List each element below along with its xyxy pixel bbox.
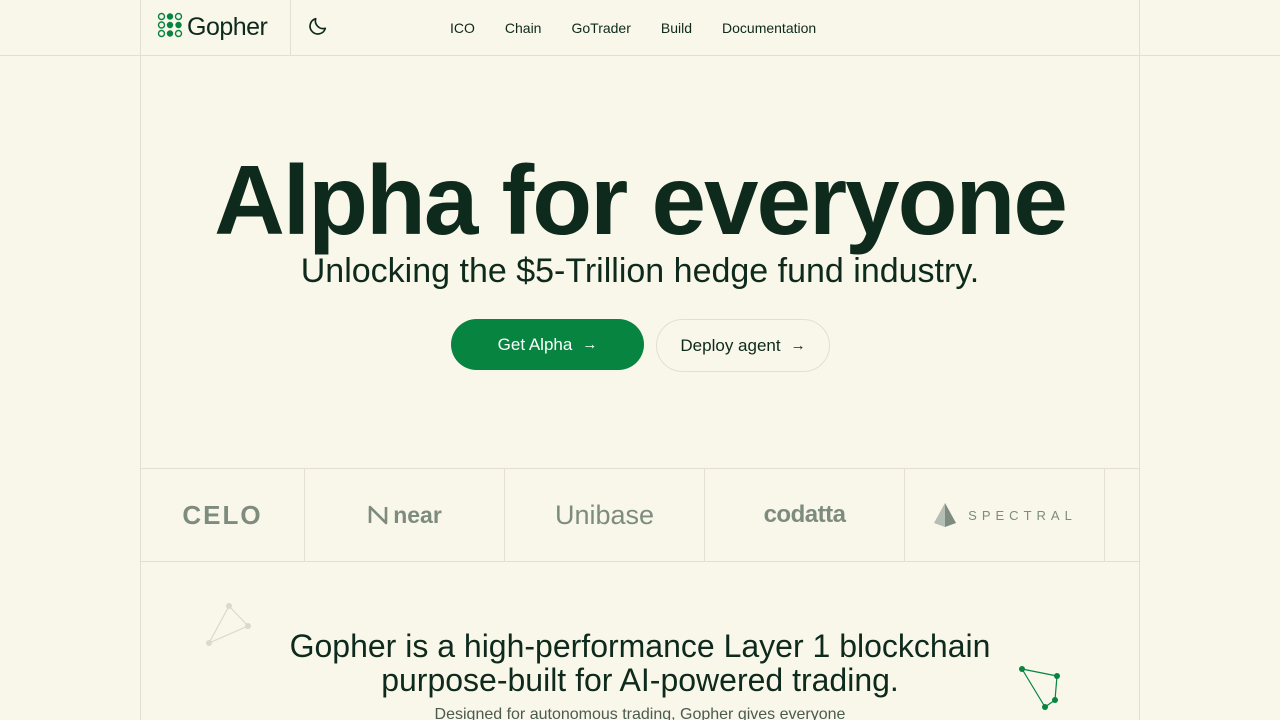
partner-unibase[interactable]: Unibase xyxy=(505,469,705,561)
arrow-right-icon: → xyxy=(790,337,806,354)
unibase-logo: Unibase xyxy=(554,499,655,530)
codatta-logo: codatta xyxy=(763,501,846,528)
nav-item-documentation[interactable]: Documentation xyxy=(722,20,816,36)
near-icon xyxy=(367,504,389,526)
deploy-agent-label: Deploy agent xyxy=(680,335,781,355)
spectral-pyramid-icon xyxy=(932,501,958,529)
celo-logo: CELO xyxy=(182,499,263,530)
nav-item-chain[interactable]: Chain xyxy=(505,20,542,36)
partner-codatta[interactable]: codatta xyxy=(705,469,905,561)
partners-strip: CELO near Unibase codatta SPECTRAL xyxy=(141,468,1139,562)
hero-subtitle: Unlocking the $5-Trillion hedge fund ind… xyxy=(300,252,980,290)
partner-spectral[interactable]: SPECTRAL xyxy=(905,469,1105,561)
get-alpha-button[interactable]: Get Alpha → xyxy=(451,319,644,370)
partner-celo[interactable]: CELO xyxy=(141,469,305,561)
get-alpha-label: Get Alpha xyxy=(497,334,573,354)
theme-toggle-button[interactable] xyxy=(304,14,332,42)
section-title: Gopher is a high-performance Layer 1 blo… xyxy=(140,629,1140,697)
main-nav: ICO Chain GoTrader Build Documentation xyxy=(450,0,816,55)
nav-item-ico[interactable]: ICO xyxy=(450,20,475,36)
arrow-right-icon: → xyxy=(582,336,598,353)
top-header: Gopher ICO Chain GoTrader Build Document… xyxy=(0,0,1280,56)
nav-item-build[interactable]: Build xyxy=(661,20,692,36)
section-subtitle: Designed for autonomous trading, Gopher … xyxy=(434,706,846,720)
section-title-line1: Gopher is a high-performance Layer 1 blo… xyxy=(289,628,991,664)
deploy-agent-button[interactable]: Deploy agent → xyxy=(656,319,830,372)
logo-text: Gopher xyxy=(187,13,268,41)
partner-near[interactable]: near xyxy=(305,469,505,561)
nav-item-gotrader[interactable]: GoTrader xyxy=(571,20,630,36)
section-title-line2: purpose-built for AI-powered trading. xyxy=(381,662,899,698)
near-logo-text: near xyxy=(393,501,442,528)
spectral-logo-text: SPECTRAL xyxy=(968,507,1077,523)
logo[interactable]: Gopher xyxy=(140,0,291,55)
page-frame xyxy=(140,0,1140,720)
hero-title: Alpha for everyone xyxy=(214,145,1068,255)
gopher-logo-icon xyxy=(157,12,183,43)
moon-icon xyxy=(307,15,329,42)
